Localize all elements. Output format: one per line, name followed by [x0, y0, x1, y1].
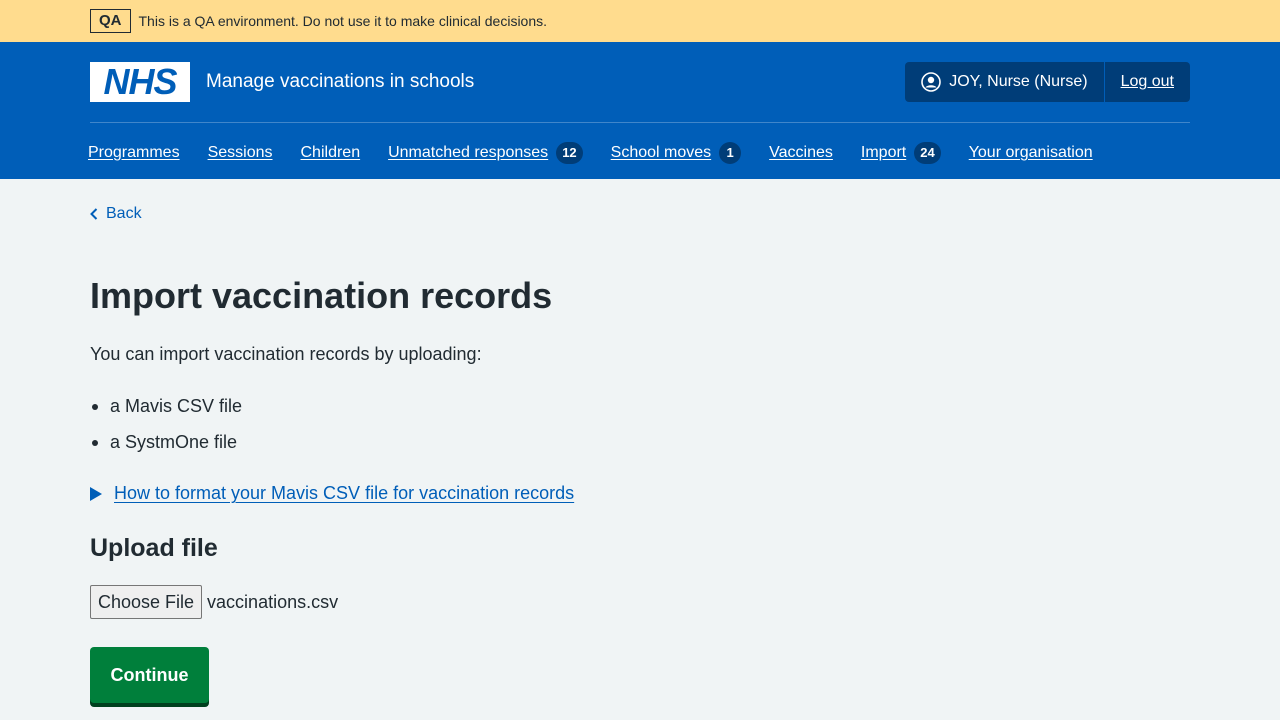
- nav-item-sessions[interactable]: Sessions: [208, 138, 273, 168]
- upload-heading: Upload file: [90, 534, 218, 562]
- count-badge: 12: [556, 142, 583, 164]
- nav-label: Children: [300, 144, 361, 161]
- triangle-right-icon: [90, 486, 102, 501]
- intro-text: You can import vaccination records by up…: [90, 344, 482, 364]
- choose-file-button[interactable]: Choose File: [90, 585, 203, 619]
- list-item: a Mavis CSV file: [90, 394, 242, 430]
- nav-item-unmatched-responses[interactable]: Unmatched responses 12: [388, 138, 583, 168]
- nhs-logo-text: NHS: [103, 61, 177, 102]
- logout-link[interactable]: Log out: [1105, 62, 1190, 102]
- back-link-label: Back: [106, 205, 142, 222]
- site-header: NHS Manage vaccinations in schools JOY, …: [0, 42, 1280, 179]
- nav-label: Vaccines: [769, 144, 833, 161]
- account-menu: JOY, Nurse (Nurse) Log out: [905, 62, 1190, 102]
- selected-file-name: vaccinations.csv: [207, 591, 339, 612]
- nhs-logo[interactable]: NHS: [90, 62, 190, 102]
- nav-label: Unmatched responses: [388, 144, 549, 161]
- service-name[interactable]: Manage vaccinations in schools: [206, 62, 474, 102]
- nav-label: Import: [860, 144, 907, 161]
- account-user: JOY, Nurse (Nurse): [905, 62, 1105, 102]
- qa-banner: QA This is a QA environment. Do not use …: [0, 0, 1280, 42]
- header-top: NHS Manage vaccinations in schools JOY, …: [90, 62, 1190, 102]
- user-icon: [921, 72, 942, 92]
- nav-item-your-organisation[interactable]: Your organisation: [969, 138, 1093, 168]
- qa-message: This is a QA environment. Do not use it …: [138, 13, 548, 29]
- chevron-left-icon: [90, 208, 98, 220]
- count-badge: 1: [719, 142, 742, 164]
- qa-tag: QA: [90, 9, 131, 33]
- list-item: a SystmOne file: [90, 430, 242, 466]
- account-user-label: JOY, Nurse (Nurse): [949, 73, 1088, 90]
- nav-item-school-moves[interactable]: School moves 1: [611, 138, 742, 168]
- count-badge: 24: [914, 142, 941, 164]
- nav-item-vaccines[interactable]: Vaccines: [769, 138, 833, 168]
- format-details-toggle[interactable]: How to format your Mavis CSV file for va…: [90, 483, 574, 504]
- back-link[interactable]: Back: [90, 205, 142, 223]
- nav-item-programmes[interactable]: Programmes: [88, 138, 180, 168]
- page-title: Import vaccination records: [90, 275, 553, 316]
- nav-label: Programmes: [88, 144, 180, 161]
- format-details-label: How to format your Mavis CSV file for va…: [114, 483, 575, 503]
- primary-nav: Programmes Sessions Children Unmatched r…: [88, 138, 1121, 168]
- file-upload-input: Choose File vaccinations.csv: [90, 585, 338, 619]
- file-type-list: a Mavis CSV file a SystmOne file: [90, 394, 242, 466]
- continue-button[interactable]: Continue: [90, 647, 209, 703]
- header-divider: [90, 122, 1190, 123]
- nav-label: Your organisation: [968, 144, 1093, 161]
- nav-item-import[interactable]: Import 24: [861, 138, 941, 168]
- nav-label: School moves: [610, 144, 712, 161]
- nav-item-children[interactable]: Children: [301, 138, 361, 168]
- nav-label: Sessions: [207, 144, 273, 161]
